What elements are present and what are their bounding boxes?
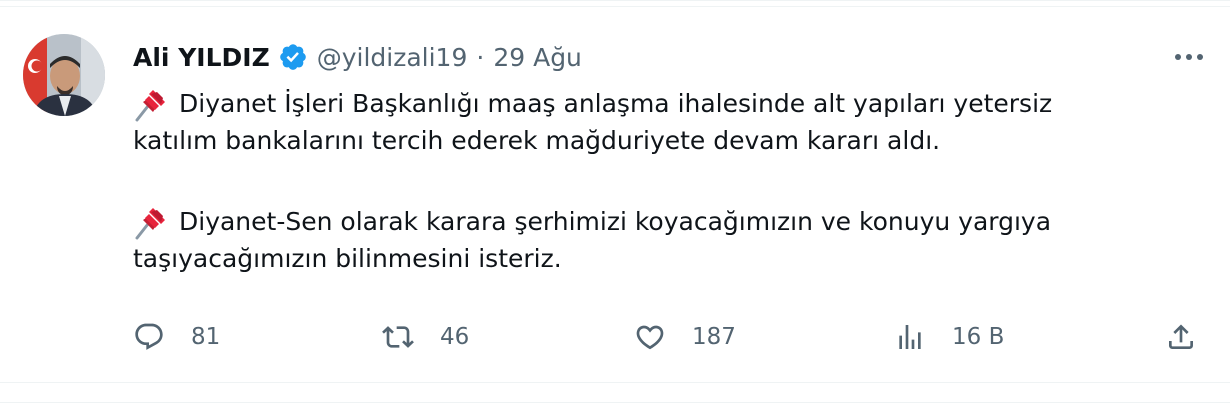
separator-dot: ·	[476, 42, 485, 72]
views-count: 16 B	[952, 324, 1005, 350]
text-line-content: Diyanet-Sen olarak karara şerhimizi koya…	[179, 207, 1052, 236]
reply-count: 81	[191, 324, 221, 350]
tweet-text: Diyanet İşleri Başkanlığı maaş anlaşma i…	[133, 85, 1203, 277]
paragraph-2: Diyanet-Sen olarak karara şerhimizi koya…	[133, 203, 1203, 277]
heart-icon	[636, 325, 664, 350]
text-line-content: katılım bankalarını tercih ederek mağdur…	[133, 126, 941, 155]
text-line-content: taşıyacağımızın bilinmesini isteriz.	[133, 244, 562, 273]
reply-icon	[135, 323, 163, 350]
author-handle[interactable]: @yildizali19	[317, 43, 468, 72]
author-name[interactable]: Ali YILDIZ	[133, 43, 270, 72]
paragraph-1: Diyanet İşleri Başkanlığı maaş anlaşma i…	[133, 85, 1203, 159]
reply-button[interactable]: 81	[133, 317, 220, 357]
retweet-button[interactable]: 46	[382, 317, 469, 357]
text-line: taşıyacağımızın bilinmesini isteriz.	[133, 240, 1203, 277]
share-button[interactable]	[1165, 317, 1197, 357]
text-line-content: Diyanet İşleri Başkanlığı maaş anlaşma i…	[179, 89, 1053, 118]
pushpin-emoji-icon	[135, 89, 165, 121]
retweet-icon	[382, 326, 414, 348]
tweet[interactable]: Ali YILDIZ @yildizali19 · 29 Ağu Diyanet…	[0, 0, 1230, 403]
bottom-divider	[0, 382, 1230, 383]
like-button[interactable]: 187	[634, 317, 736, 357]
pushpin-emoji-icon	[135, 207, 165, 239]
like-count: 187	[692, 324, 736, 350]
retweet-count: 46	[440, 324, 470, 350]
tweet-header: Ali YILDIZ @yildizali19 · 29 Ağu	[133, 37, 582, 77]
verified-badge-icon	[279, 44, 306, 70]
views-button[interactable]: 16 B	[894, 317, 1004, 357]
more-horizontal-icon	[1175, 54, 1203, 60]
views-icon	[899, 325, 921, 349]
share-icon	[1169, 324, 1193, 349]
top-divider	[0, 6, 1230, 7]
action-bar: 81 46 187 16 B	[0, 317, 1230, 357]
tweet-date[interactable]: 29 Ağu	[493, 43, 582, 72]
text-line: Diyanet-Sen olarak karara şerhimizi koya…	[133, 203, 1203, 240]
text-line: katılım bankalarını tercih ederek mağdur…	[133, 122, 1203, 159]
avatar[interactable]	[23, 34, 105, 116]
more-options-button[interactable]	[1171, 43, 1207, 71]
text-line: Diyanet İşleri Başkanlığı maaş anlaşma i…	[133, 85, 1203, 122]
